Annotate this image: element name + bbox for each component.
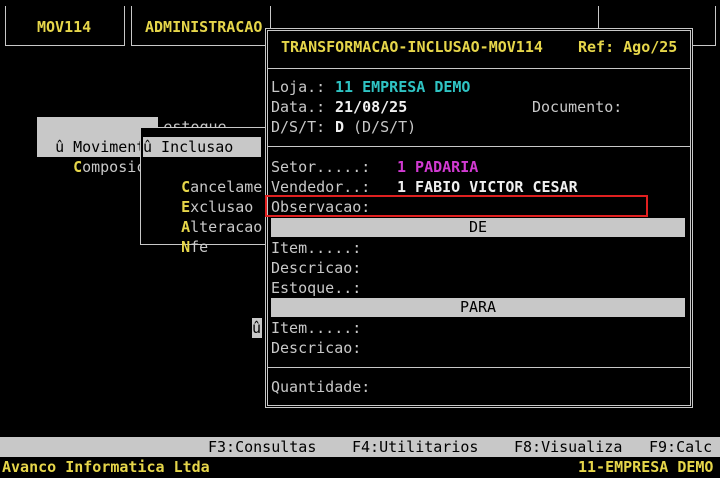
fkey-f9[interactable]: F9:Calc — [649, 437, 712, 457]
documento-label: Documento: — [532, 98, 623, 116]
submenu-marker-2: û — [252, 318, 262, 338]
dialog-title: TRANSFORMACAO-INCLUSAO-MOV114 — [281, 38, 543, 56]
tab-mov114-label: MOV114 — [37, 18, 92, 36]
observacao-label: Observacao: — [271, 198, 371, 216]
loja-value[interactable]: 11 EMPRESA DEMO — [335, 77, 470, 97]
de-estoque-label: Estoque..: — [271, 279, 362, 297]
de-descricao-label: Descricao: — [271, 259, 362, 277]
de-item-label: Item.....: — [271, 239, 362, 257]
setor-label: Setor.....: — [271, 158, 371, 176]
data-label: Data.: — [271, 98, 326, 116]
loja-label: Loja.: — [271, 78, 326, 96]
dialog-divider-2 — [268, 146, 690, 147]
para-header: PARA — [271, 298, 685, 317]
submenu-item-nfe[interactable]: Nfe — [163, 217, 208, 257]
fkey-f4[interactable]: F4:Utilitarios — [352, 437, 478, 457]
dialog-divider-3 — [268, 367, 690, 368]
submenu-item-inclusao[interactable]: û Inclusao — [143, 137, 261, 157]
setor-value[interactable]: 1 PADARIA — [397, 157, 478, 177]
status-empresa: 11-EMPRESA DEMO — [578, 458, 714, 476]
submenu-item-nfe-hotkey: N — [181, 238, 191, 256]
tab-administracao-label: ADMINISTRACAO — [145, 18, 263, 36]
dst-label: D/S/T: — [271, 118, 326, 136]
menu-item-composicao-hotkey: C — [73, 158, 83, 176]
de-header: DE — [271, 218, 685, 237]
submenu-item-nfe-label: fe — [190, 238, 209, 256]
status-company: Avanco Informatica Ltda — [2, 458, 210, 476]
dialog-ref: Ref: Ago/25 — [578, 38, 678, 56]
quantidade-label: Quantidade: — [271, 378, 371, 396]
fkey-f8[interactable]: F8:Visualiza — [514, 437, 622, 457]
para-descricao-label: Descricao: — [271, 339, 362, 357]
dst-value[interactable]: D — [335, 117, 344, 137]
fkey-f3[interactable]: F3:Consultas — [208, 437, 316, 457]
data-value[interactable]: 21/08/25 — [335, 97, 407, 117]
dialog-divider-1 — [268, 68, 690, 69]
dst-hint: (D/S/T) — [353, 118, 417, 136]
vendedor-label: Vendedor..: — [271, 178, 371, 196]
vendedor-value[interactable]: 1 FABIO VICTOR CESAR — [397, 177, 578, 197]
para-item-label: Item.....: — [271, 319, 362, 337]
